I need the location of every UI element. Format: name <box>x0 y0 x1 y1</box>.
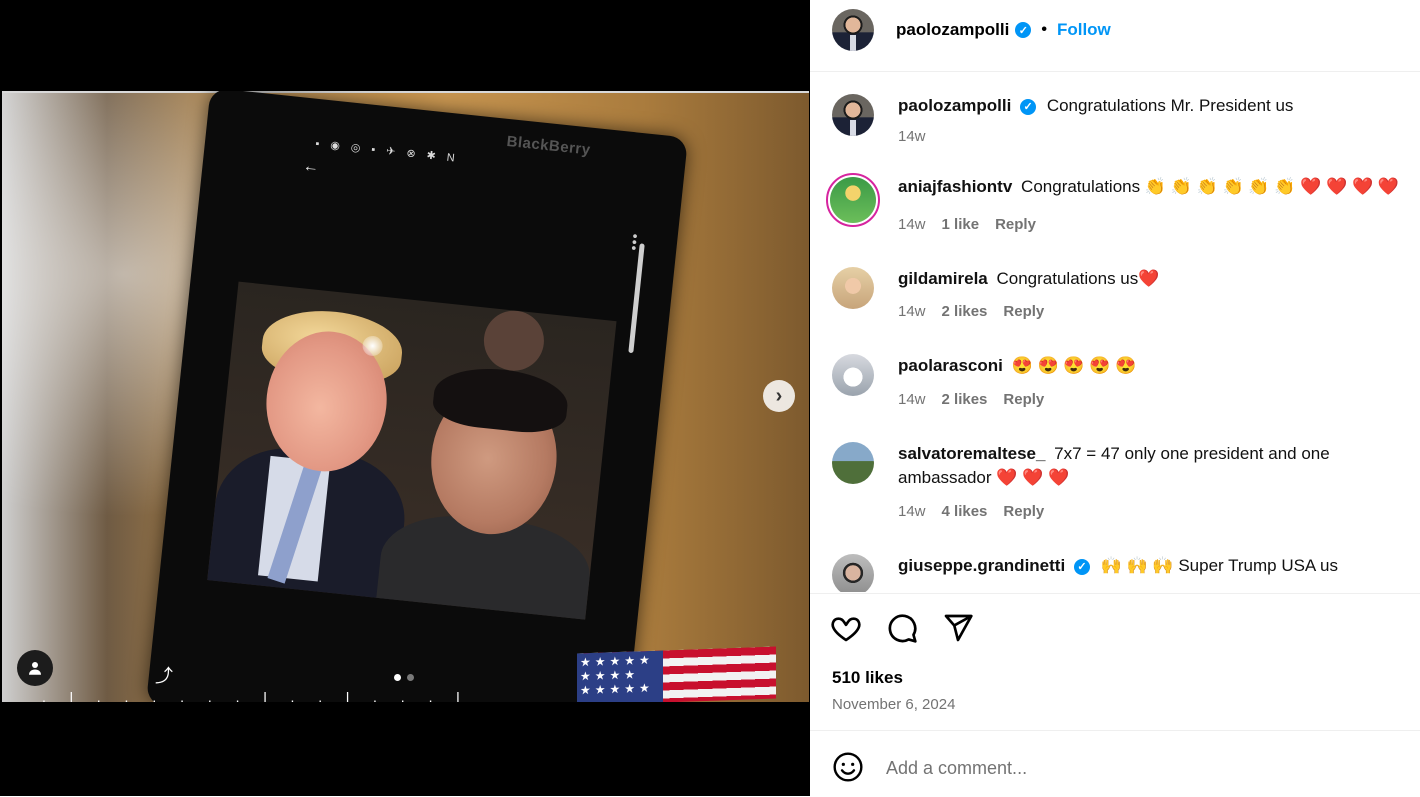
comment-meta: 14w <box>898 128 926 145</box>
verified-badge-icon: ✓ <box>1020 99 1037 115</box>
comment-likes[interactable]: 1 like <box>942 216 980 233</box>
comment-likes[interactable]: 2 likes <box>942 391 988 408</box>
commenter-username[interactable]: salvatoremaltese_ <box>898 444 1045 463</box>
commenter-avatar[interactable] <box>832 354 874 396</box>
comments-list[interactable]: paolozampolli ✓ Congratulations Mr. Pres… <box>810 72 1420 592</box>
reply-button[interactable]: Reply <box>995 216 1036 233</box>
reply-button[interactable]: Reply <box>1003 391 1044 408</box>
commenter-username[interactable]: giuseppe.grandinetti <box>898 556 1065 575</box>
comment-text: 😍 😍 😍 😍 😍 <box>1011 356 1137 375</box>
commenter-username[interactable]: paolarasconi <box>898 356 1003 375</box>
comment-text: Congratulations 👏 👏 👏 👏 👏 👏 ❤️ ❤️ ❤️ ❤️ <box>1021 177 1400 196</box>
phone-back-arrow-icon: ← <box>302 157 320 177</box>
photo-caption-scrawl: . l . . . . . . l . . l . . . l <box>42 689 470 702</box>
phone-screen-photo <box>207 281 617 620</box>
carousel-indicator <box>394 674 414 681</box>
comment-meta: 14w 2 likes Reply <box>898 303 1044 320</box>
comment-time: 14w <box>898 216 926 233</box>
send-icon[interactable] <box>942 612 974 644</box>
comment-likes[interactable]: 4 likes <box>942 503 988 520</box>
post-header: paolozampolli ✓ • Follow <box>810 0 1420 72</box>
reply-button[interactable]: Reply <box>1003 303 1044 320</box>
post-photo: BlackBerry ▪ ◉ ◎ ▪ ✈ ⊗ ✱ N ← • • • ★★★★★ ★… <box>2 91 809 702</box>
likes-count[interactable]: 510 likes <box>832 668 903 688</box>
comment-body: paolozampolli ✓ Congratulations Mr. Pres… <box>898 94 1408 118</box>
us-flag-image: ★★★★★ ★★★★ ★★★★★ <box>577 646 776 702</box>
reply-button[interactable]: Reply <box>1003 503 1044 520</box>
comment-text: Congratulations Mr. President us <box>1046 96 1294 115</box>
photo-border <box>2 91 809 93</box>
comment-text: 🙌 🙌 🙌 Super Trump USA us <box>1100 556 1339 575</box>
post-actions: 510 likes November 6, 2024 <box>810 593 1420 731</box>
comment-time: 14w <box>898 303 926 320</box>
comment-meta: 14w 4 likes Reply <box>898 503 1044 520</box>
phone-image: BlackBerry ▪ ◉ ◎ ▪ ✈ ⊗ ✱ N ← • • • <box>145 91 689 702</box>
post-date: November 6, 2024 <box>832 696 956 713</box>
avatar-image <box>830 177 876 223</box>
verified-badge-icon: ✓ <box>1073 559 1090 575</box>
post-sidebar: paolozampolli ✓ • Follow paolozampolli ✓… <box>810 0 1420 796</box>
commenter-username[interactable]: gildamirela <box>898 269 988 288</box>
commenter-avatar[interactable] <box>832 94 874 136</box>
comment-icon[interactable] <box>886 612 918 644</box>
carousel-dot-active <box>394 674 401 681</box>
add-comment-bar <box>810 730 1420 797</box>
phone-brand-text: BlackBerry <box>505 132 592 159</box>
author-info: paolozampolli ✓ • Follow <box>896 20 1111 40</box>
commenter-username[interactable]: aniajfashiontv <box>898 177 1012 196</box>
user-tag-icon <box>29 662 41 675</box>
author-avatar[interactable] <box>832 9 874 51</box>
verified-badge-icon: ✓ <box>1015 22 1032 38</box>
carousel-dot <box>407 674 414 681</box>
comment-time: 14w <box>898 128 926 145</box>
action-icon-row <box>830 612 974 644</box>
comment-body: paolarasconi 😍 😍 😍 😍 😍 <box>898 354 1408 378</box>
comment-time: 14w <box>898 391 926 408</box>
comment-input[interactable] <box>884 753 1368 783</box>
comment-likes[interactable]: 2 likes <box>942 303 988 320</box>
comment-body: gildamirela Congratulations us❤️ <box>898 267 1408 291</box>
media-panel: BlackBerry ▪ ◉ ◎ ▪ ✈ ⊗ ✱ N ← • • • ★★★★★ ★… <box>0 0 810 796</box>
flag-stars: ★★★★★ ★★★★ ★★★★★ <box>577 650 663 702</box>
carousel-next-button[interactable]: › <box>763 380 795 412</box>
chevron-right-icon: › <box>775 384 783 407</box>
background-person <box>480 307 547 374</box>
comment-body: aniajfashiontv Congratulations 👏 👏 👏 👏 👏… <box>898 175 1408 199</box>
comment-meta: 14w 2 likes Reply <box>898 391 1044 408</box>
comment-body: giuseppe.grandinetti ✓ 🙌 🙌 🙌 Super Trump… <box>898 554 1408 578</box>
comment-meta: 14w 1 like Reply <box>898 216 1036 233</box>
follow-button[interactable]: Follow <box>1057 20 1111 40</box>
emoji-icon[interactable] <box>832 751 864 783</box>
commenter-username[interactable]: paolozampolli <box>898 96 1011 115</box>
phone-menu-icon: • • • <box>630 227 639 256</box>
commenter-avatar[interactable] <box>832 267 874 309</box>
phone-status-icons: ▪ ◉ ◎ ▪ ✈ ⊗ ✱ N <box>314 137 460 165</box>
comment-text: Congratulations us❤️ <box>996 269 1160 288</box>
tagged-users-button[interactable] <box>17 650 53 686</box>
commenter-avatar[interactable] <box>832 554 874 592</box>
photo-share-glyph: ⤴ <box>155 666 173 686</box>
commenter-avatar[interactable] <box>826 173 880 227</box>
comment-time: 14w <box>898 503 926 520</box>
heart-icon[interactable] <box>830 612 862 644</box>
commenter-avatar[interactable] <box>832 442 874 484</box>
comment-body: salvatoremaltese_ 7x7 = 47 only one pres… <box>898 442 1408 490</box>
phone-scrollbar <box>628 243 645 354</box>
author-username[interactable]: paolozampolli <box>896 20 1009 40</box>
separator-dot: • <box>1041 21 1047 38</box>
